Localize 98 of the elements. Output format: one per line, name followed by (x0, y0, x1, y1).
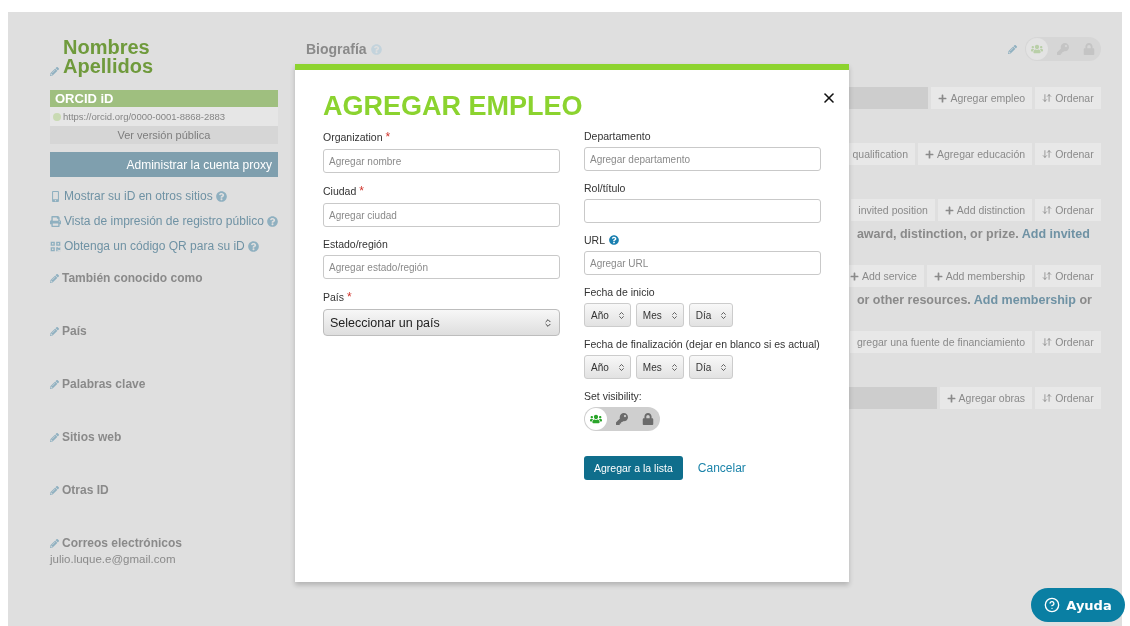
sort-icon (1042, 93, 1053, 103)
lock-icon (642, 413, 654, 425)
public-version-link[interactable]: Ver versión pública (50, 126, 278, 144)
orcid-icon (53, 112, 61, 121)
text-field[interactable]: Agregar URL (584, 251, 821, 275)
qr-code-icon (50, 240, 61, 252)
users-icon (1030, 43, 1043, 55)
sidebar-link[interactable]: Obtenga un código QR para su iD (64, 239, 245, 253)
section-title: Otras ID (62, 483, 109, 497)
help-icon (1044, 597, 1061, 613)
plus-icon (938, 93, 948, 103)
proxy-account-button[interactable]: Administrar la cuenta proxy (50, 152, 278, 177)
section-action-button[interactable]: invited position (851, 199, 935, 221)
dialog-title: AGREGAR EMPLEO (323, 90, 584, 123)
section-action-button[interactable]: Ordenar (1035, 387, 1101, 409)
updown-caret-icon (543, 317, 553, 328)
field-label: Set visibility: (584, 390, 642, 402)
close-icon (821, 90, 837, 106)
date-select[interactable]: Día (688, 303, 734, 327)
field-label: Estado/región (323, 238, 388, 250)
section-title: Palabras clave (62, 377, 146, 391)
updown-caret-icon (616, 362, 626, 372)
section-title: País (62, 324, 87, 338)
sort-icon (1042, 393, 1053, 403)
close-button[interactable] (821, 90, 837, 106)
orcid-header: ORCID iD (50, 90, 278, 107)
text-field[interactable]: Agregar ciudad (323, 203, 560, 227)
pencil-icon[interactable] (50, 538, 59, 548)
section-action-button[interactable]: Add membership (926, 265, 1033, 287)
pencil-icon[interactable] (50, 432, 59, 442)
text-field[interactable]: Agregar nombre (323, 149, 560, 173)
pencil-icon[interactable] (50, 273, 59, 283)
text-field[interactable]: Agregar estado/región (323, 255, 560, 279)
sidebar-link[interactable]: Mostrar su iD en otros sitios (64, 189, 213, 203)
plus-icon (933, 271, 943, 281)
date-select[interactable]: Mes (635, 355, 684, 379)
field-label: URL (584, 234, 605, 246)
plus-icon (946, 393, 956, 403)
field-label: Departamento (584, 130, 651, 142)
section-action-button[interactable]: gregar una fuente de financiamiento (850, 331, 1033, 353)
plus-icon (944, 205, 954, 215)
section-title: Correos electrónicos (62, 536, 183, 550)
pencil-icon[interactable] (1007, 44, 1017, 54)
plus-icon (924, 149, 934, 159)
help-button[interactable]: Ayuda (1031, 588, 1125, 622)
updown-caret-icon (669, 310, 679, 320)
add-link[interactable]: Add invited (1021, 227, 1090, 241)
section-action-button[interactable]: Ordenar (1035, 331, 1101, 353)
section-title: Sitios web (62, 430, 122, 444)
text-field[interactable] (584, 199, 821, 223)
orcid-url: https://orcid.org/0000-0001-8868-2883 (63, 111, 226, 122)
updown-caret-icon (669, 362, 679, 372)
section-action-button[interactable]: Add distinction (937, 199, 1033, 221)
field-label: Fecha de inicio (584, 286, 655, 298)
date-select[interactable]: Mes (635, 303, 684, 327)
add-link[interactable]: Add membership (973, 293, 1076, 307)
printer-icon (50, 215, 61, 227)
pencil-icon[interactable] (50, 326, 59, 336)
field-label: Rol/título (584, 182, 626, 194)
visibility-option[interactable] (585, 408, 607, 430)
plus-icon (849, 271, 859, 281)
email-address: julio.luque.e@gmail.com (50, 553, 177, 565)
cancel-link[interactable]: Cancelar (697, 461, 746, 475)
key-icon (616, 413, 628, 425)
section-title: También conocido como (62, 271, 203, 285)
section-action-button[interactable]: Ordenar (1035, 143, 1101, 165)
section-action-button[interactable]: Ordenar (1035, 87, 1101, 109)
section-action-button[interactable]: Agregar obras (939, 387, 1033, 409)
date-select[interactable]: Día (688, 355, 734, 379)
section-heading: Biografía (305, 41, 367, 57)
field-label: País * (323, 290, 352, 304)
sort-icon (1042, 337, 1053, 347)
section-action-button[interactable]: Ordenar (1035, 199, 1101, 221)
sort-icon (1042, 271, 1053, 281)
sidebar-link[interactable]: Vista de impresión de registro público (64, 214, 264, 228)
sort-icon (1042, 205, 1053, 215)
text-field[interactable]: Agregar departamento (584, 147, 821, 171)
profile-name: Nombres Apellidos (63, 38, 153, 76)
pencil-icon[interactable] (50, 379, 59, 389)
updown-caret-icon (719, 310, 729, 320)
sort-icon (1042, 149, 1053, 159)
phone-icon (50, 190, 61, 202)
field-label: Organization * (323, 130, 391, 144)
country-select[interactable]: Seleccionar un país (323, 309, 560, 336)
pencil-icon[interactable] (50, 67, 59, 76)
users-icon (590, 413, 602, 425)
help-icon[interactable] (609, 235, 619, 245)
field-label: Fecha de finalización (dejar en blanco si es actual) (584, 338, 820, 350)
section-action-button[interactable]: Ordenar (1035, 265, 1101, 287)
section-action-button[interactable]: Agregar educación (917, 143, 1033, 165)
date-select[interactable]: Año (584, 303, 631, 327)
updown-caret-icon (616, 310, 626, 320)
updown-caret-icon (719, 362, 729, 372)
field-label: Ciudad * (323, 184, 364, 198)
section-action-button[interactable]: Agregar empleo (931, 87, 1033, 109)
date-select[interactable]: Año (584, 355, 631, 379)
pencil-icon[interactable] (50, 485, 59, 495)
add-to-list-button[interactable]: Agregar a la lista (584, 456, 683, 480)
